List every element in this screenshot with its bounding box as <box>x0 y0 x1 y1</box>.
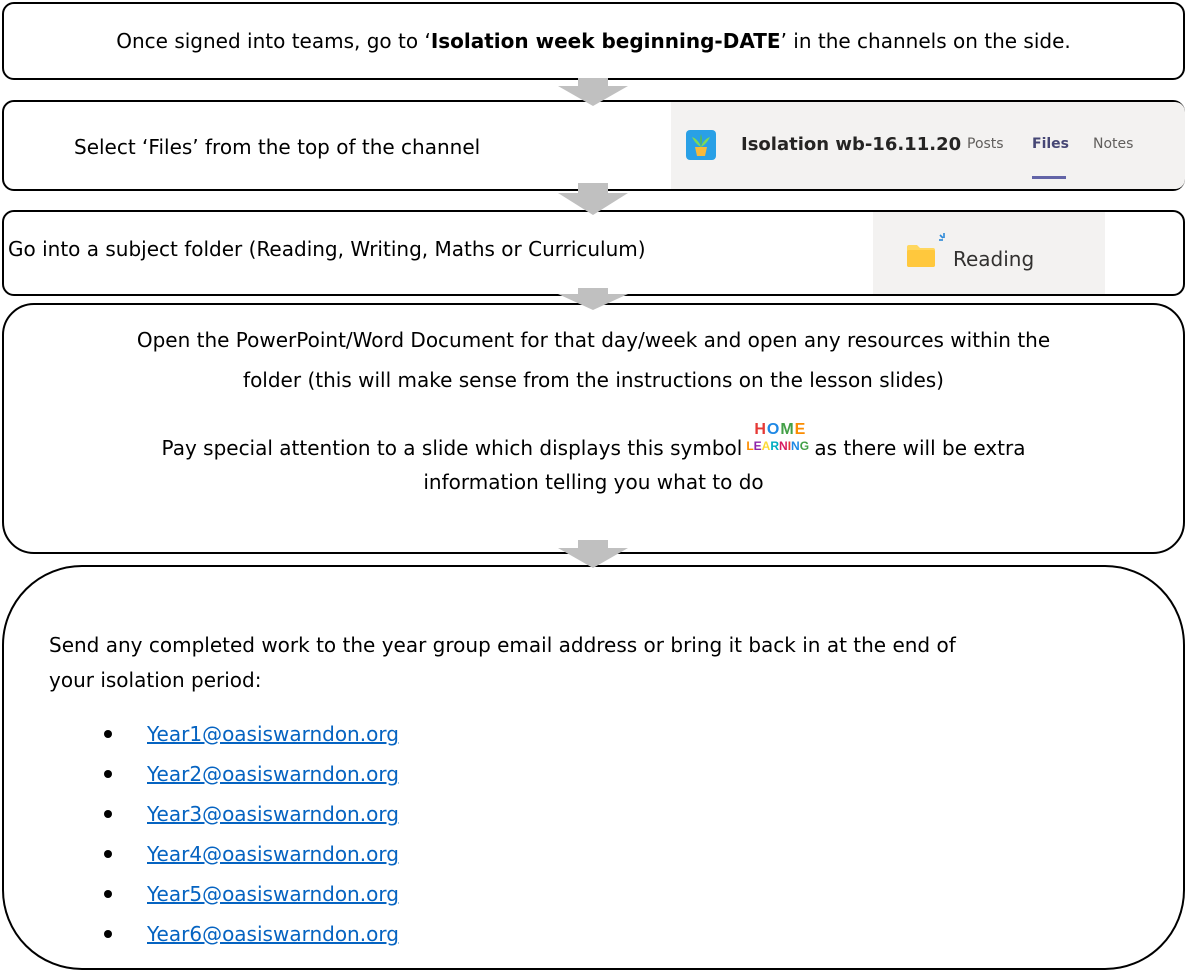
email-link-year4[interactable]: Year4@oasiswarndon.org <box>147 839 399 869</box>
step-4-line-4: information telling you what to do <box>423 470 764 494</box>
step-4-line-1: Open the PowerPoint/Word Document for th… <box>136 328 1051 352</box>
step-4-line-2: folder (this will make sense from the in… <box>243 368 944 392</box>
folder-screenshot: Reading <box>873 212 1105 294</box>
step-4-line-3-start: Pay special attention to a slide which d… <box>161 436 743 460</box>
tab-notes: Notes <box>1093 136 1134 152</box>
step-1-box: Once signed into teams, go to ‘Isolation… <box>2 2 1185 80</box>
step-1-text-end: ’ in the channels on the side. <box>780 29 1071 53</box>
bullet-icon <box>104 770 112 778</box>
down-arrow-1 <box>558 78 628 106</box>
teams-channel-header-screenshot: Isolation wb-16.11.20 Posts Files Notes <box>671 102 1185 189</box>
channel-name-highlight: Isolation week beginning-DATE <box>430 29 781 53</box>
new-item-indicator-icon <box>939 233 945 241</box>
step-1-text: Once signed into teams, go to ‘Isolation… <box>4 26 1183 56</box>
bullet-icon <box>104 930 112 938</box>
bullet-icon <box>104 890 112 898</box>
bullet-icon <box>104 810 112 818</box>
step-4-box: Open the PowerPoint/Word Document for th… <box>2 303 1185 554</box>
step-5-line-2: your isolation period: <box>49 668 262 692</box>
email-link-year2[interactable]: Year2@oasiswarndon.org <box>147 759 399 789</box>
step-1-text-start: Once signed into teams, go to ‘ <box>116 29 431 53</box>
active-tab-indicator <box>1032 176 1066 179</box>
step-3-box: Go into a subject folder (Reading, Writi… <box>2 210 1185 296</box>
step-2-text: Select ‘Files’ from the top of the chann… <box>74 135 481 159</box>
step-5-box: Send any completed work to the year grou… <box>2 565 1185 970</box>
email-link-year1[interactable]: Year1@oasiswarndon.org <box>147 719 399 749</box>
step-4-line-3-end: as there will be extra <box>814 436 1026 460</box>
email-link-year3[interactable]: Year3@oasiswarndon.org <box>147 799 399 829</box>
folder-name: Reading <box>953 247 1035 271</box>
tab-files: Files <box>1032 136 1069 152</box>
folder-icon <box>907 245 935 267</box>
step-4-line-3: Pay special attention to a slide which d… <box>4 421 1183 463</box>
down-arrow-2 <box>558 183 628 215</box>
tab-posts: Posts <box>967 136 1004 152</box>
bullet-icon <box>104 730 112 738</box>
step-2-box: Select ‘Files’ from the top of the chann… <box>2 100 1185 191</box>
bullet-icon <box>104 850 112 858</box>
home-learning-symbol-icon: HOME LEARNING <box>746 421 810 461</box>
home-learning-symbol-top: HOME <box>754 421 807 438</box>
step-3-text: Go into a subject folder (Reading, Writi… <box>8 237 646 261</box>
teams-channel-name: Isolation wb-16.11.20 <box>741 134 962 155</box>
step-5-line-1: Send any completed work to the year grou… <box>49 633 956 657</box>
home-learning-symbol-bottom: LEARNING <box>746 439 810 453</box>
down-arrow-4 <box>558 540 628 568</box>
plant-icon <box>686 130 716 160</box>
email-link-year5[interactable]: Year5@oasiswarndon.org <box>147 879 399 909</box>
email-link-year6[interactable]: Year6@oasiswarndon.org <box>147 919 399 949</box>
down-arrow-3 <box>558 288 628 310</box>
